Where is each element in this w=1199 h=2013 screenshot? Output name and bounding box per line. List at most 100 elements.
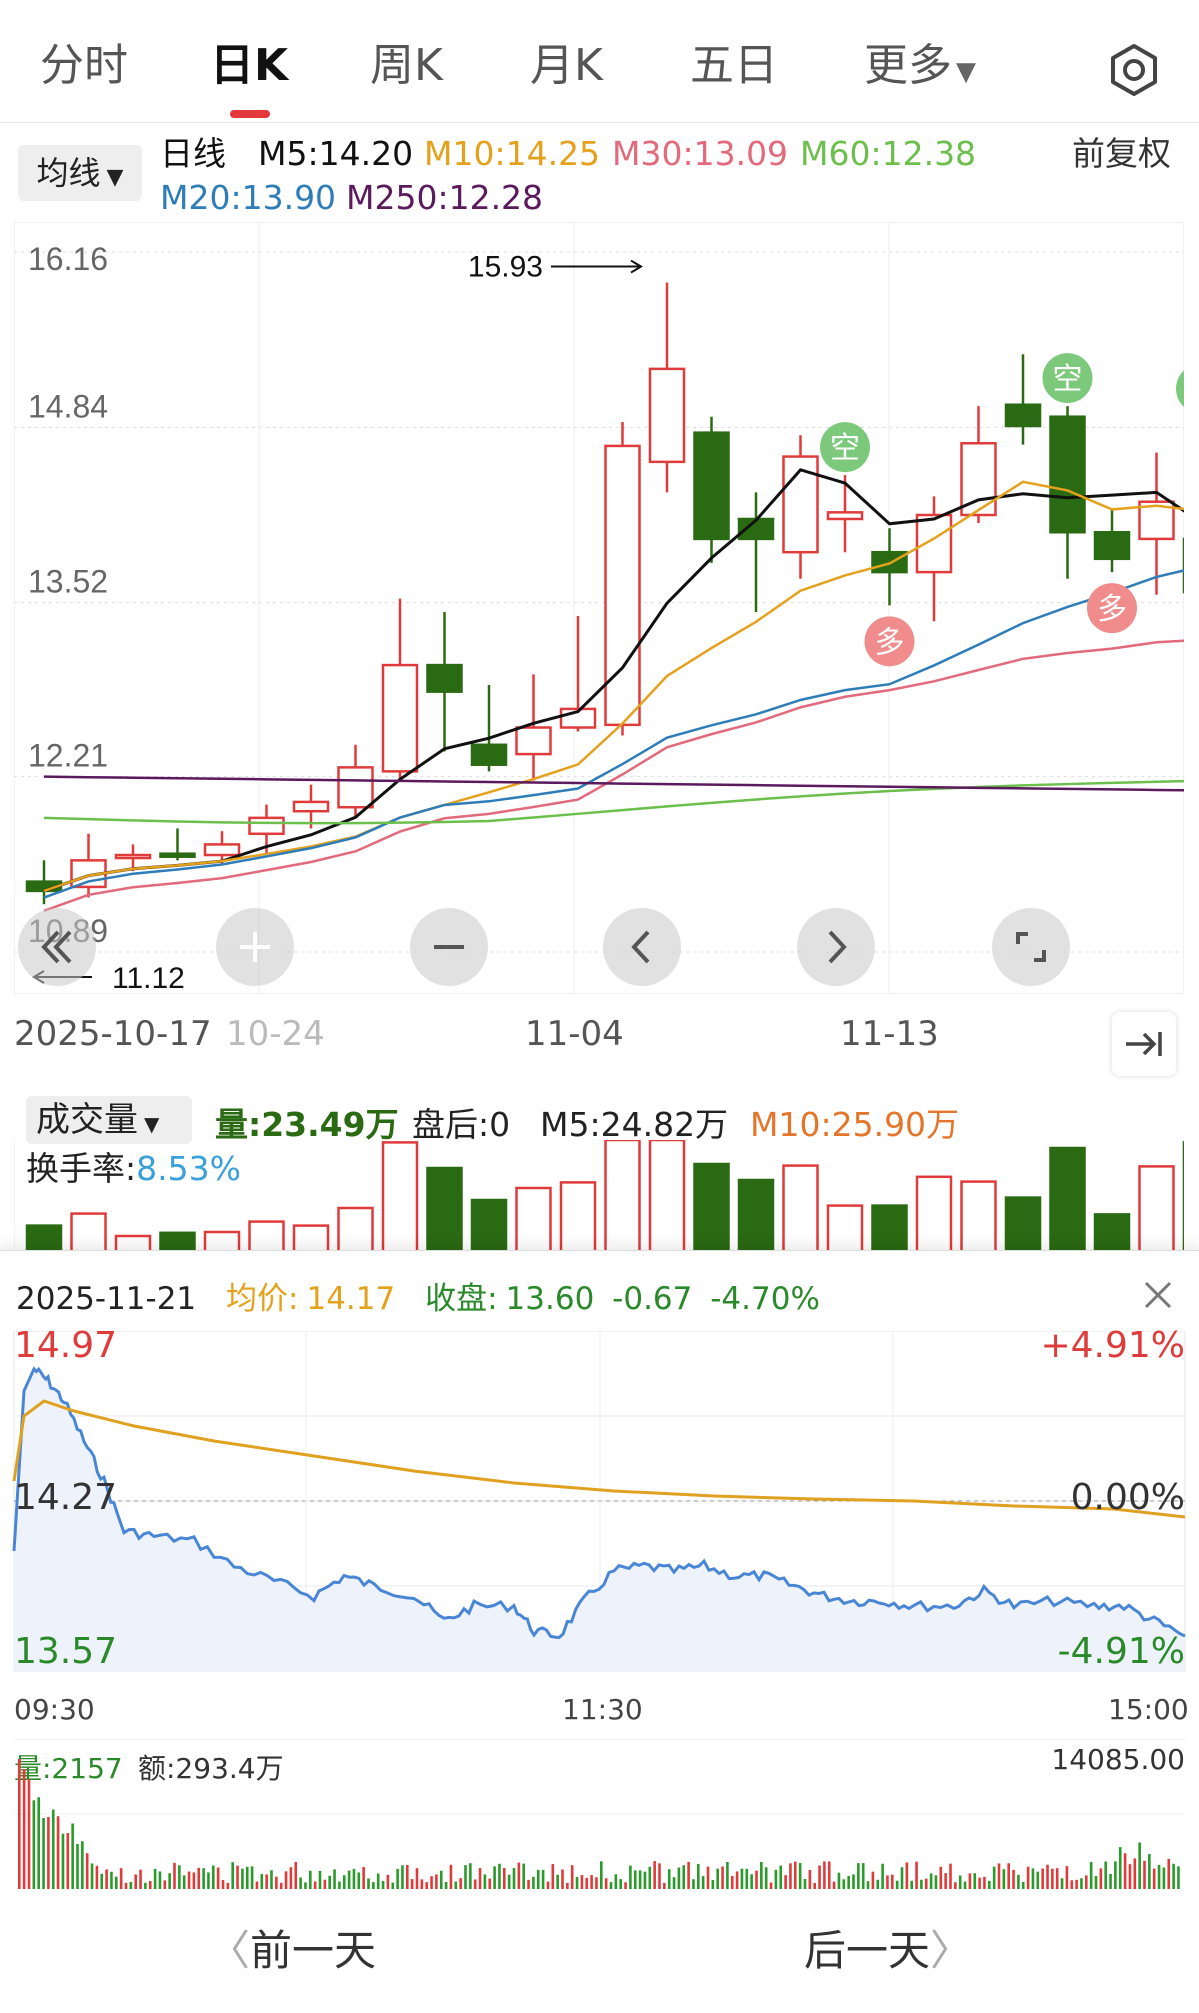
tab-more-label: 更多 (864, 40, 952, 91)
intraday-volume-bar (129, 1882, 133, 1889)
chevron-left-icon: 〈 (208, 1926, 251, 1975)
tab-more[interactable]: 更多 ▼ (864, 38, 976, 94)
intraday-volume-bar (134, 1874, 137, 1889)
intraday-volume-bar (1128, 1864, 1132, 1889)
intraday-volume-bar (1080, 1878, 1083, 1889)
intraday-volume-bar (226, 1882, 230, 1889)
intraday-volume-bar (1172, 1863, 1175, 1889)
intraday-volume-bar (444, 1882, 448, 1889)
arrow-to-end-icon (1126, 1032, 1162, 1056)
next-day-button[interactable]: 后一天〉 (804, 1917, 972, 1978)
intraday-volume-bar (566, 1882, 569, 1889)
intraday-volume-bar (1012, 1869, 1015, 1889)
ma-select-button[interactable]: 均线 ▼ (18, 145, 142, 201)
fast-back-button[interactable] (18, 908, 96, 986)
intraday-volume-bar (42, 1817, 45, 1889)
intraday-volume-bar (905, 1862, 909, 1889)
intraday-volume-bar (876, 1879, 880, 1889)
move-right-button[interactable] (797, 908, 875, 986)
volume-bar (1004, 1196, 1042, 1252)
intraday-volume-bar (119, 1868, 123, 1889)
fullscreen-button[interactable] (992, 908, 1070, 986)
move-left-button[interactable] (603, 908, 681, 986)
intraday-volume-bar (352, 1868, 356, 1889)
intraday-volume-bar (47, 1816, 50, 1889)
volume-bar (1138, 1165, 1175, 1252)
kline-chart[interactable]: 16.1614.8413.5212.2110.8915.9311.12空空空多多 (14, 222, 1184, 994)
period-tab-bar: 分时 日K 周K 月K 五日 更多 ▼ (0, 0, 1199, 123)
volume-bar (826, 1204, 864, 1252)
intraday-volume-bar (1143, 1860, 1146, 1889)
intraday-volume-bar (1099, 1868, 1103, 1889)
adjust-mode-button[interactable]: 前复权 (1072, 132, 1171, 176)
intraday-volume-bar (556, 1874, 559, 1889)
intraday-volume-bar (338, 1881, 341, 1889)
prev-day-button[interactable]: 〈前一天 (208, 1917, 376, 1978)
close-value: 13.60 (505, 1281, 595, 1317)
intraday-volume-bar (304, 1882, 307, 1889)
ma-select-label: 均线 (36, 154, 101, 192)
zoom-in-button[interactable] (216, 908, 294, 986)
intraday-volume-bar (992, 1866, 996, 1889)
tab-monthly-k[interactable]: 月K (530, 38, 603, 94)
intraday-volume-bar (275, 1876, 278, 1889)
intraday-volume-bar (827, 1861, 831, 1889)
intraday-volume-bar (949, 1863, 952, 1889)
caret-down-icon: ▼ (106, 165, 124, 190)
intraday-volume-bar (1157, 1864, 1161, 1889)
intraday-volume-bar (173, 1862, 176, 1889)
intraday-volume-bar (71, 1823, 74, 1889)
intraday-volume-bar (735, 1871, 739, 1889)
intraday-volume-bar (551, 1864, 555, 1889)
volume-bar (559, 1181, 597, 1252)
tab-intraday[interactable]: 分时 (40, 38, 128, 94)
intraday-volume-bar (643, 1871, 647, 1889)
indicator-select-label: 成交量 (36, 1100, 138, 1140)
candle-down (470, 743, 508, 766)
volume-bar (960, 1180, 997, 1252)
tab-weekly-k[interactable]: 周K (370, 38, 443, 94)
intraday-volume-bar (687, 1861, 690, 1889)
tab-five-day[interactable]: 五日 (690, 38, 778, 94)
intraday-volume-bar (1109, 1874, 1112, 1889)
volume-bar (292, 1224, 330, 1252)
intraday-volume-bar (27, 1779, 31, 1889)
jump-to-latest-button[interactable] (1112, 1012, 1176, 1076)
intraday-volume-bar (415, 1868, 419, 1889)
intraday-volume-bar (85, 1853, 89, 1889)
candle-up (381, 663, 419, 773)
candle-up (515, 726, 552, 756)
date-axis: 2025-10-17 10-24 11-04 11-13 (0, 1000, 1199, 1072)
intraday-volume-bar (658, 1863, 661, 1889)
intraday-volume-bar (619, 1879, 622, 1889)
date-tick: 10-24 (226, 1014, 325, 1054)
intraday-volume-bar (1075, 1879, 1078, 1889)
intraday-volume-bar (667, 1869, 671, 1889)
vol-ma10-value: M10:25.90万 (750, 1105, 960, 1144)
minus-icon (434, 945, 464, 949)
intraday-volume-bar (163, 1880, 167, 1889)
indicator-select-button[interactable]: 成交量 ▼ (26, 1096, 192, 1144)
intraday-volume-bar (357, 1872, 361, 1889)
zoom-out-button[interactable] (410, 908, 488, 986)
intraday-volume-bar (561, 1869, 564, 1889)
intraday-volume-bar (255, 1881, 259, 1889)
candle-down (1049, 415, 1086, 534)
signal-label: 空 (830, 431, 860, 466)
intraday-volume-bar (289, 1867, 293, 1889)
intraday-volume-bar (760, 1861, 763, 1889)
intraday-volume-bar (309, 1870, 312, 1889)
intraday-volume-bar (81, 1841, 84, 1889)
intraday-volume-bar (541, 1869, 545, 1889)
tab-daily-k[interactable]: 日K (210, 38, 288, 94)
ma60-value: M60:12.38 (800, 134, 977, 173)
settings-icon[interactable] (1106, 42, 1162, 98)
intraday-volume-bar (182, 1875, 186, 1889)
intraday-volume-bar (590, 1875, 593, 1889)
intraday-volume-bar (924, 1878, 928, 1889)
intraday-volume-bar (711, 1879, 715, 1889)
intraday-volume-bar (376, 1873, 380, 1889)
intraday-chart[interactable] (0, 1331, 1199, 1751)
intraday-volume-bar (333, 1869, 336, 1889)
close-icon[interactable] (1140, 1277, 1176, 1313)
